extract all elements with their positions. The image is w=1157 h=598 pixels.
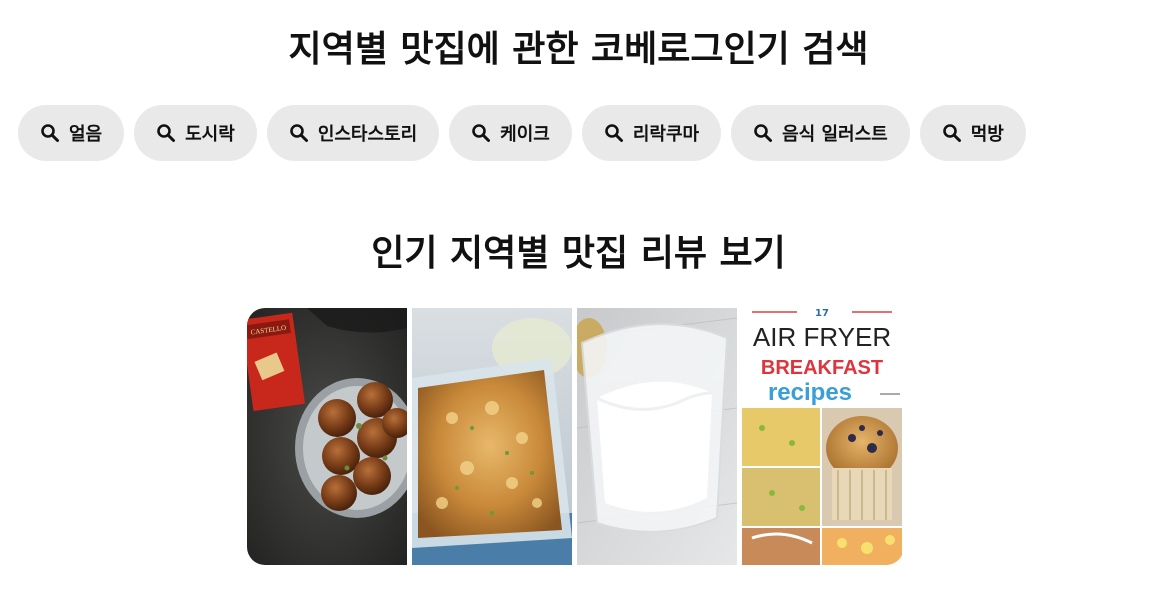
search-icon xyxy=(942,123,962,143)
yogurt-glass-image[interactable] xyxy=(577,308,737,565)
search-chip-label: 인스타스토리 xyxy=(317,124,418,145)
popular-search-title: 지역별 맛집에 관한 코베로그인기 검색 xyxy=(288,29,869,70)
search-icon xyxy=(40,123,60,143)
search-chip-food-illustration[interactable]: 음식 일러스트 xyxy=(731,105,910,161)
search-chip-cake[interactable]: 케이크 xyxy=(449,105,572,161)
image-title-line-3: recipes xyxy=(768,379,852,406)
casserole-image[interactable] xyxy=(412,308,572,565)
search-chip-label: 케이크 xyxy=(500,124,550,145)
search-chip-rilakkuma[interactable]: 리락쿠마 xyxy=(581,105,722,161)
search-chip-lunchbox[interactable]: 도시락 xyxy=(134,105,257,161)
air-fryer-breakfast-image[interactable]: 17 AIR FRYER BREAKFAST recipes xyxy=(742,308,902,565)
review-section-title: 인기 지역별 맛집 리뷰 보기 xyxy=(371,233,786,274)
search-icon xyxy=(604,123,624,143)
svg-text:17: 17 xyxy=(815,308,829,319)
meatballs-image[interactable]: CASTELLO xyxy=(247,308,407,565)
search-chip-mukbang[interactable]: 먹방 xyxy=(919,105,1026,161)
search-chip-label: 먹방 xyxy=(970,124,1004,145)
image-title-line-2: BREAKFAST xyxy=(761,357,883,379)
search-icon xyxy=(471,123,491,143)
search-chip-list: 얼음 도시락 인스타스토리 케이크 리락쿠마 음식 일러스트 먹방 xyxy=(18,105,1133,161)
search-chip-label: 리락쿠마 xyxy=(632,124,700,145)
search-icon xyxy=(753,123,773,143)
search-icon xyxy=(289,123,309,143)
search-chip-label: 음식 일러스트 xyxy=(782,124,888,145)
search-chip-ice[interactable]: 얼음 xyxy=(18,105,125,161)
search-chip-instastory[interactable]: 인스타스토리 xyxy=(266,105,440,161)
search-icon xyxy=(156,123,176,143)
image-title-line-1: AIR FRYER xyxy=(753,322,891,352)
search-chip-label: 도시락 xyxy=(185,124,235,145)
review-image-gallery[interactable]: CASTELLO 17 AIR FRYER BREAKFAST recipes xyxy=(247,308,904,565)
search-chip-label: 얼음 xyxy=(69,124,103,145)
